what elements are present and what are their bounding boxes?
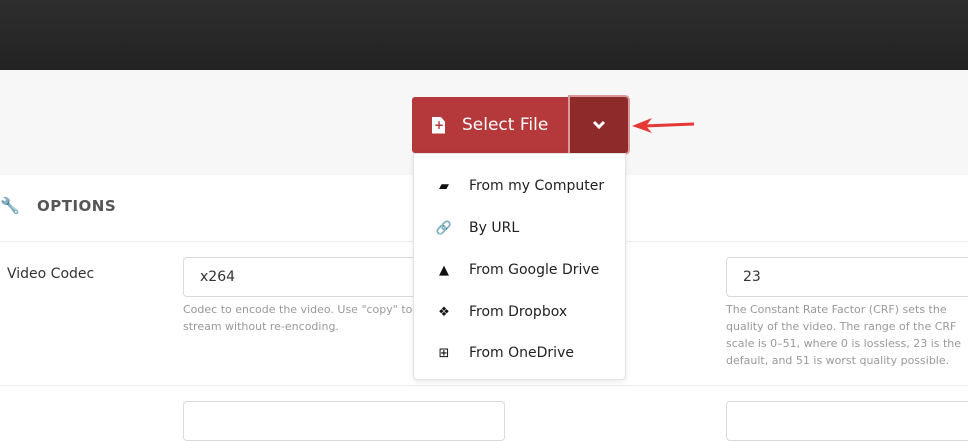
divider — [0, 385, 968, 386]
file-plus-icon — [432, 116, 445, 134]
next-input-right[interactable] — [726, 401, 968, 441]
menu-item-from-computer[interactable]: ▰ From my Computer — [414, 168, 625, 204]
annotation-arrow-icon — [632, 118, 695, 133]
options-heading: 🔧 OPTIONS — [0, 196, 116, 215]
menu-item-by-url[interactable]: 🔗 By URL — [414, 210, 625, 246]
dropbox-icon: ❖ — [438, 304, 450, 320]
menu-item-label: From OneDrive — [469, 345, 574, 361]
crf-value: 23 — [743, 269, 761, 285]
video-codec-label: Video Codec — [7, 266, 95, 282]
crf-input[interactable]: 23 — [726, 257, 968, 297]
chevron-down-icon — [592, 120, 606, 130]
menu-item-label: From Google Drive — [469, 262, 600, 278]
wrench-icon: 🔧 — [0, 196, 21, 215]
menu-item-onedrive[interactable]: ⊞ From OneDrive — [414, 335, 625, 371]
top-navbar — [0, 0, 968, 70]
menu-item-dropbox[interactable]: ❖ From Dropbox — [414, 294, 625, 330]
crf-help: The Constant Rate Factor (CRF) sets the … — [726, 303, 962, 367]
menu-item-label: From my Computer — [469, 178, 605, 194]
google-drive-icon: ▲ — [439, 262, 449, 278]
menu-item-label: From Dropbox — [469, 304, 568, 320]
windows-icon: ⊞ — [438, 345, 450, 361]
select-file-label: Select File — [462, 115, 549, 135]
folder-open-icon: ▰ — [439, 178, 449, 194]
menu-item-google-drive[interactable]: ▲ From Google Drive — [414, 252, 625, 288]
options-title: OPTIONS — [37, 196, 117, 215]
next-input-left[interactable] — [183, 401, 505, 441]
select-file-button[interactable]: Select File — [412, 97, 570, 153]
select-file-dropdown-menu: ▰ From my Computer 🔗 By URL ▲ From Google D… — [413, 153, 626, 380]
link-icon: 🔗 — [435, 220, 453, 236]
video-codec-value: x264 — [200, 269, 236, 285]
menu-item-label: By URL — [469, 220, 520, 236]
select-file-dropdown-toggle[interactable] — [570, 97, 628, 153]
